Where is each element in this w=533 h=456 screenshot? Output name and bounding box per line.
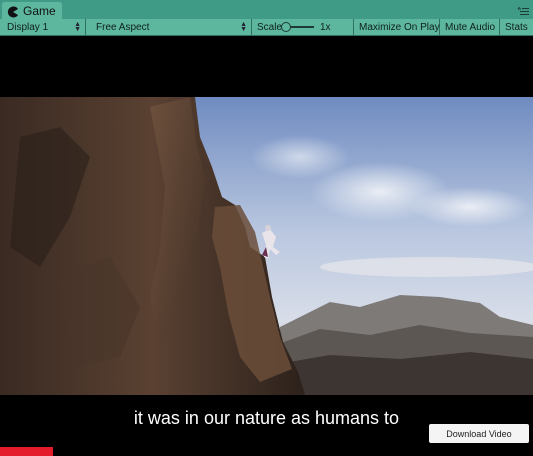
scale-slider[interactable] (281, 22, 314, 32)
aspect-label: Free Aspect (96, 21, 150, 33)
tab-game[interactable]: Game (2, 2, 62, 19)
aspect-dropdown[interactable]: Free Aspect ▲ ▼ (91, 19, 252, 35)
updown-arrow-icon: ▲ ▼ (74, 21, 81, 33)
scale-slider-thumb[interactable] (281, 22, 291, 32)
maximize-on-play-label: Maximize On Play (359, 21, 440, 33)
stats-toggle[interactable]: Stats (500, 19, 533, 35)
display-label: Display 1 (7, 21, 49, 33)
game-view[interactable] (0, 97, 533, 395)
video-progress-fill (0, 447, 54, 456)
updown-arrow-icon: ▲ ▼ (240, 21, 247, 33)
mute-audio-label: Mute Audio (445, 21, 496, 33)
scale-control: Scale 1x (252, 19, 354, 35)
tab-bar: Game (0, 0, 533, 19)
game-window: Game Display 1 ▲ ▼ Free Aspect ▲ ▼ Scale 1… (0, 0, 533, 456)
game-toolbar: Display 1 ▲ ▼ Free Aspect ▲ ▼ Scale 1x Max… (0, 19, 533, 36)
stats-label: Stats (505, 21, 528, 33)
pacman-icon (7, 5, 19, 17)
video-progress-bar[interactable] (0, 447, 533, 456)
tab-title: Game (23, 3, 56, 18)
menu-icon[interactable] (517, 4, 529, 16)
scale-label: Scale (257, 21, 283, 33)
maximize-on-play-toggle[interactable]: Maximize On Play (354, 19, 440, 35)
display-dropdown[interactable]: Display 1 ▲ ▼ (2, 19, 86, 35)
scene-image (0, 97, 533, 395)
mute-audio-toggle[interactable]: Mute Audio (440, 19, 500, 35)
scale-value: 1x (320, 21, 331, 33)
download-video-button[interactable]: Download Video (429, 424, 529, 443)
